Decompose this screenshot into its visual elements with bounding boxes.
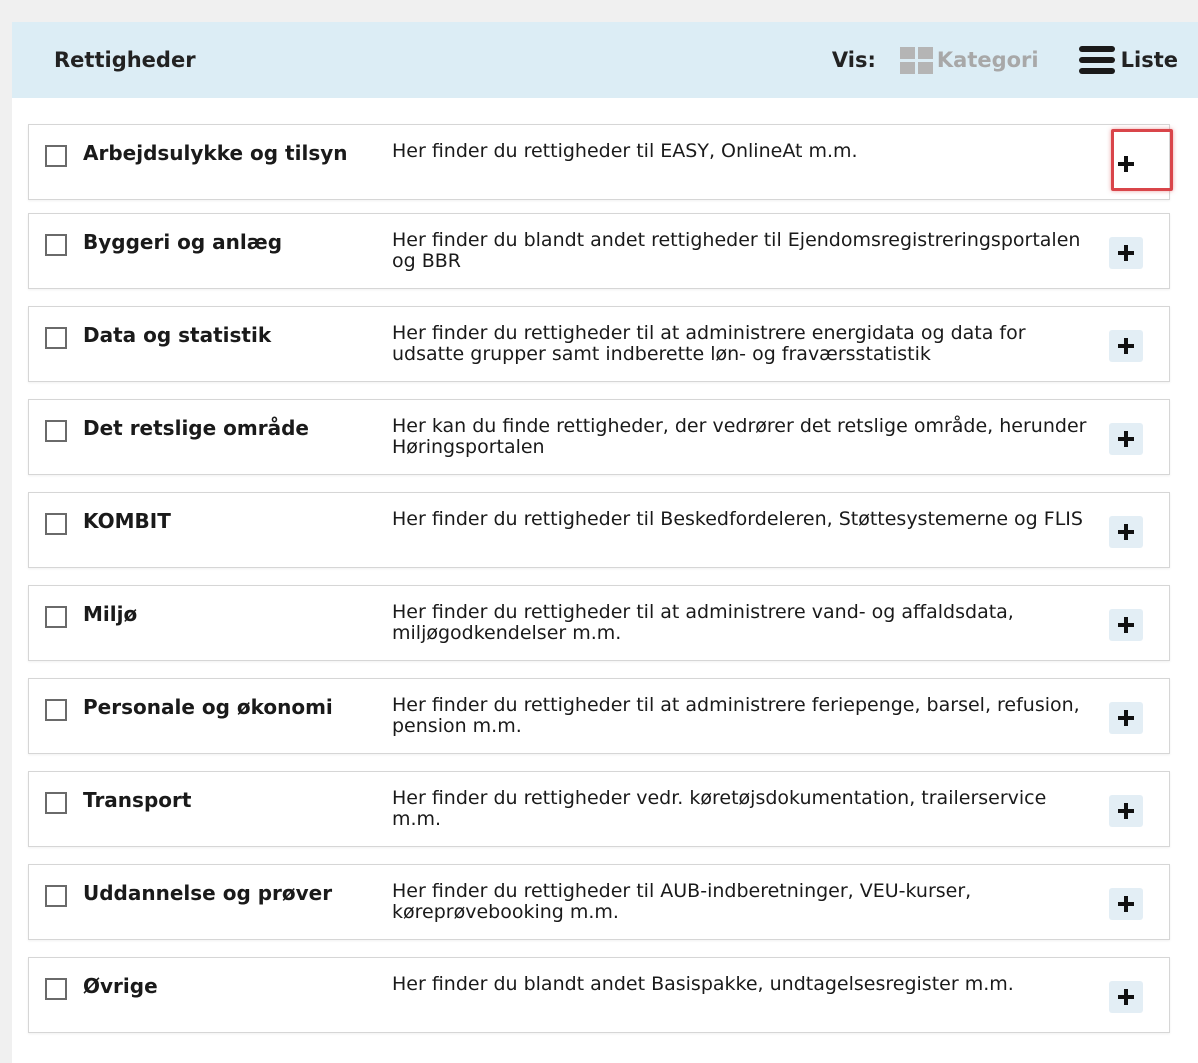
category-name: Transport (83, 788, 192, 812)
category-description: Her finder du rettigheder til Beskedford… (392, 508, 1083, 530)
expand-button[interactable] (1109, 516, 1143, 548)
category-description: Her finder du rettigheder til at adminis… (392, 694, 1080, 737)
category-description: Her finder du rettigheder til at adminis… (392, 601, 1014, 644)
category-checkbox[interactable] (45, 513, 67, 535)
category-checkbox[interactable] (45, 145, 67, 167)
category-name: Personale og økonomi (83, 695, 333, 719)
category-description: Her finder du blandt andet Basispakke, u… (392, 973, 1014, 995)
expand-button[interactable] (1109, 609, 1143, 641)
category-name: Uddannelse og prøver (83, 881, 333, 905)
category-checkbox[interactable] (45, 327, 67, 349)
view-category-button[interactable]: Kategori (899, 46, 1039, 74)
category-row: Uddannelse og prøver Her finder du rettig… (28, 864, 1170, 940)
category-row: Transport Her finder du rettigheder vedr.… (28, 771, 1170, 847)
category-name: Byggeri og anlæg (83, 230, 283, 254)
expand-button[interactable] (1109, 795, 1143, 827)
category-checkbox[interactable] (45, 792, 67, 814)
view-category-label: Kategori (936, 48, 1039, 72)
expand-button[interactable] (1109, 981, 1143, 1013)
expand-button[interactable] (1109, 702, 1143, 734)
expand-button[interactable] (1109, 330, 1143, 362)
plus-icon (1118, 617, 1134, 633)
view-label: Vis: (831, 48, 876, 72)
grid-icon (899, 46, 933, 74)
category-name: KOMBIT (83, 509, 171, 533)
expand-button[interactable] (1109, 237, 1143, 269)
category-description: Her finder du rettigheder til EASY, Onli… (392, 140, 858, 162)
category-row: Byggeri og anlæg Her finder du blandt and… (28, 213, 1170, 289)
category-name: Det retslige område (83, 416, 309, 440)
plus-icon (1118, 431, 1134, 447)
category-row: KOMBIT Her finder du rettigheder til Besk… (28, 492, 1170, 568)
list-icon (1078, 46, 1115, 74)
plus-icon (1118, 803, 1134, 819)
category-name: Data og statistik (83, 323, 272, 347)
expand-button[interactable] (1109, 888, 1143, 920)
category-row: Miljø Her finder du rettigheder til at ad… (28, 585, 1170, 661)
plus-icon (1118, 896, 1134, 912)
category-row: Øvrige Her finder du blandt andet Basispa… (28, 957, 1170, 1033)
category-description: Her finder du blandt andet rettigheder t… (392, 229, 1081, 272)
plus-icon (1118, 245, 1134, 261)
category-checkbox[interactable] (45, 606, 67, 628)
category-row: Det retslige område Her kan du finde rett… (28, 399, 1170, 475)
category-checkbox[interactable] (45, 420, 67, 442)
category-checkbox[interactable] (45, 978, 67, 1000)
plus-icon (1118, 156, 1134, 172)
plus-icon (1118, 524, 1134, 540)
category-row: Personale og økonomi Her finder du rettig… (28, 678, 1170, 754)
expand-button[interactable] (1109, 423, 1143, 455)
view-list-label: Liste (1120, 48, 1178, 72)
category-row: Data og statistik Her finder du rettighed… (28, 306, 1170, 382)
plus-icon (1118, 338, 1134, 354)
category-description: Her finder du rettigheder til AUB-indber… (392, 880, 972, 923)
panel-header: Rettigheder Vis: Kategori Liste (12, 22, 1198, 98)
category-checkbox[interactable] (45, 885, 67, 907)
category-checkbox[interactable] (45, 699, 67, 721)
category-checkbox[interactable] (45, 234, 67, 256)
view-list-button[interactable]: Liste (1078, 46, 1178, 74)
category-name: Miljø (83, 602, 138, 626)
page-title: Rettigheder (54, 48, 196, 72)
expand-button[interactable] (1109, 148, 1143, 180)
plus-icon (1118, 989, 1134, 1005)
plus-icon (1118, 710, 1134, 726)
category-name: Øvrige (83, 974, 158, 998)
category-name: Arbejdsulykke og tilsyn (83, 141, 348, 165)
category-description: Her kan du finde rettigheder, der vedrør… (392, 415, 1087, 458)
category-description: Her finder du rettigheder til at adminis… (392, 322, 1026, 365)
category-row: Arbejdsulykke og tilsyn Her finder du ret… (28, 124, 1173, 200)
category-description: Her finder du rettigheder vedr. køretøjs… (392, 787, 1047, 830)
